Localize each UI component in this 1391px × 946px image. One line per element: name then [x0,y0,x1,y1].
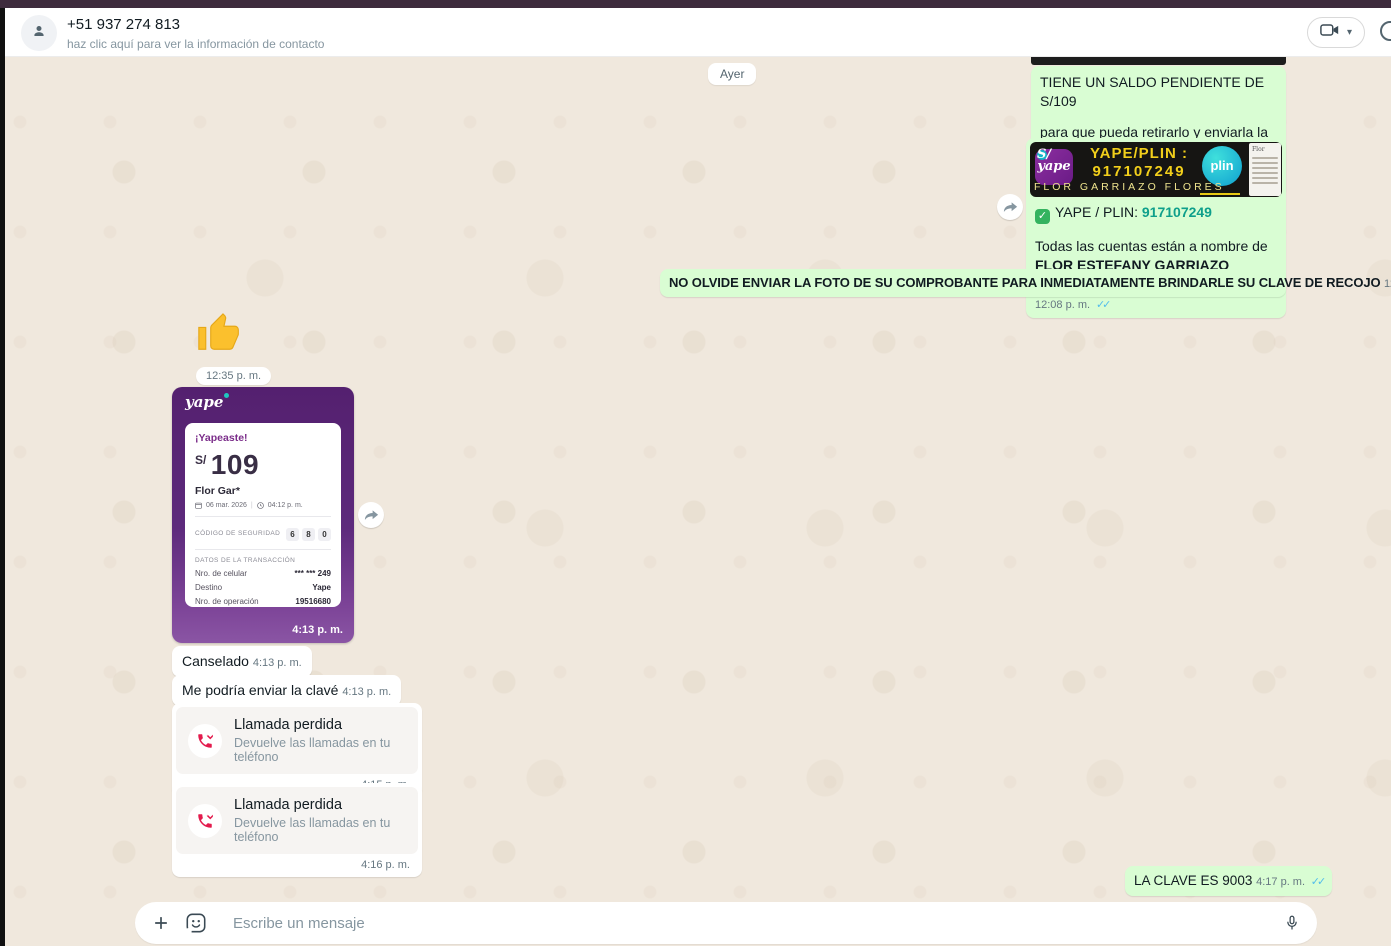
receipt-recipient: Flor Gar* [195,485,331,497]
missed-call-title: Llamada perdida [234,717,406,733]
date-divider: Ayer [708,63,756,85]
avatar[interactable] [21,15,57,51]
receipt-card: ¡Yapeaste! S/ 109 Flor Gar* 06 mar. 2026… [185,423,341,607]
attach-plus-button[interactable] [151,913,171,933]
chat-header[interactable]: +51 937 274 813 haz clic aquí para ver l… [5,8,1391,57]
contact-subtitle[interactable]: haz clic aquí para ver la información de… [67,37,324,51]
security-code-digits: 680 [283,524,331,542]
missed-call-message[interactable]: Llamada perdida Devuelve las llamadas en… [172,783,422,877]
check-mark-emoji: ✓ [1035,209,1050,224]
message-time: 4:13 p. m. [342,686,391,698]
message-time: 4:16 p. m. [176,854,418,873]
message-no-olvide: NO OLVIDE ENVIAR LA FOTO DE SU COMPROBAN… [660,269,1286,297]
forward-message-button[interactable] [358,502,384,528]
receipt-amount: S/ 109 [195,449,331,481]
contact-name[interactable]: +51 937 274 813 [67,16,180,33]
read-receipt-icon: ✓✓ [1309,876,1323,888]
chevron-down-icon: ▾ [1347,27,1352,38]
message-time: 12:08 p. m. [1384,278,1391,290]
missed-call-subtitle: Devuelve las llamadas en tu teléfono [234,816,406,844]
whatsapp-window: +51 937 274 813 haz clic aquí para ver l… [0,0,1391,946]
message-time-pill: 12:35 p. m. [196,367,271,385]
yape-badge: S/ [1037,150,1047,160]
yape-plin-banner-image[interactable]: yape S/ YAPE/PLIN : 917107249 plin Flor … [1030,142,1282,197]
caption-line: Todas las cuentas están a nombre de [1035,237,1277,256]
missed-call-title: Llamada perdida [234,797,406,813]
yape-logo: yape [185,393,223,411]
search-icon[interactable] [1380,21,1391,41]
receipt-row: Nro. de celular *** *** 249 [195,569,331,578]
message-text-line: TIENE UN SALDO PENDIENTE DE S/109 [1040,73,1277,111]
message-clave-request: Me podría enviar la clavé 4:13 p. m. [172,675,401,706]
missed-call-icon [188,804,222,838]
message-time: 12:08 p. m. [1035,299,1090,311]
banner-underline [1200,193,1240,195]
browser-title-bar [0,0,1391,8]
security-code-label: CÓDIGO DE SEGURIDAD [195,530,280,537]
truncated-image-message[interactable] [1031,57,1286,65]
message-canselado: Canselado 4:13 p. m. [172,646,312,677]
emoji-sticker-button[interactable] [185,912,207,934]
caption-line: ✓YAPE / PLIN: 917107249 [1035,203,1277,224]
missed-call-icon [188,724,222,758]
message-la-clave: LA CLAVE ES 9003 4:17 p. m. ✓✓ [1125,866,1332,896]
thumbs-up-emoji [195,309,241,355]
message-time: 4:13 p. m. [292,624,343,636]
missed-call-subtitle: Devuelve las llamadas en tu teléfono [234,736,406,764]
receipt-title: ¡Yapeaste! [195,432,331,444]
receipt-row: Destino Yape [195,583,331,592]
transaction-section-label: DATOS DE LA TRANSACCIÓN [195,557,331,564]
video-call-button[interactable]: ▾ [1307,17,1365,48]
conversation-panel: Ayer TIENE UN SALDO PENDIENTE DE S/109 p… [5,57,1391,946]
message-time: 4:13 p. m. [253,657,302,669]
video-camera-icon [1320,23,1340,42]
receipt-datetime: 06 mar. 2026 | 04:12 p. m. [195,502,331,509]
yape-receipt-image[interactable]: yape ¡Yapeaste! S/ 109 Flor Gar* 06 mar.… [172,387,354,643]
message-time: 4:17 p. m. [1256,876,1305,888]
person-icon [29,21,49,46]
window-left-edge [0,8,5,946]
price-list-thumbnail: Flor [1249,143,1281,196]
phone-number-link[interactable]: 917107249 [1142,204,1212,220]
message-composer [135,902,1317,944]
message-input[interactable] [221,915,1269,932]
read-receipt-icon: ✓✓ [1094,299,1108,311]
receipt-row: Nro. de operación 19516680 [195,597,331,606]
microphone-button[interactable] [1283,913,1301,933]
banner-account-name: FLOR GARRIAZO FLORES [1034,180,1234,194]
forward-message-button[interactable] [997,194,1023,220]
